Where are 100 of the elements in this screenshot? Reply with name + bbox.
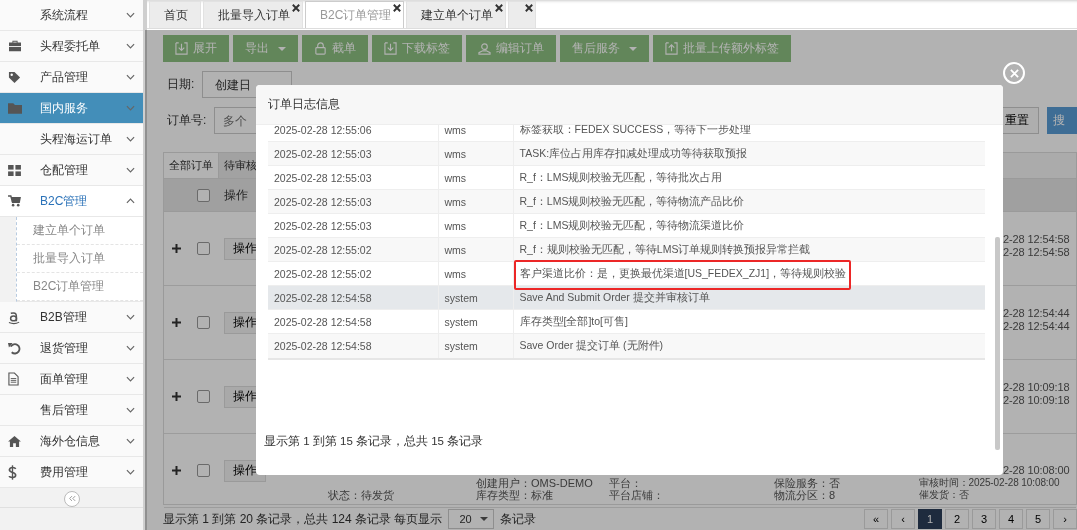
sidebar-item[interactable]: B2B管理 (0, 302, 143, 333)
sidebar-item[interactable]: B2C管理 (0, 186, 143, 217)
table-cell: system (438, 309, 513, 334)
user-icon (478, 42, 491, 55)
sidebar-item[interactable]: 海外仓信息 (0, 426, 143, 457)
pagination-summary: 显示第 1 到第 20 条记录，总共 124 条记录 每页显示 (163, 510, 443, 528)
time-text: 2-28 12:54:44 (1002, 306, 1071, 320)
detail-text: 保险服务：否 (774, 477, 841, 489)
tab[interactable] (508, 1, 537, 28)
sidebar-subitem[interactable]: 批量导入订单 (17, 245, 143, 273)
download-icon (175, 42, 188, 55)
page-button[interactable]: « (864, 509, 888, 529)
detail-text: 创建用户：OMS-DEMO (476, 477, 594, 489)
sidebar-item[interactable]: 头程海运订单 (0, 124, 143, 155)
checkbox[interactable] (196, 464, 210, 477)
close-icon[interactable] (393, 4, 402, 12)
table-cell: 2025-02-28 12:55:03 (268, 165, 438, 190)
time-text: 2-28 10:09:18 (1002, 380, 1071, 394)
table-cell: 2025-02-28 12:55:03 (268, 213, 438, 238)
page-button[interactable]: ‹ (891, 509, 915, 529)
cart-icon (8, 195, 21, 207)
caret-icon (629, 46, 637, 51)
sidebar-item[interactable]: 费用管理 (0, 457, 143, 488)
plus-icon[interactable] (171, 244, 181, 253)
detail-text: 催发货：否 (919, 489, 970, 501)
table-cell: Save And Submit Order 提交并审核订单 (519, 290, 710, 303)
table-cell: R_f：LMS规则校验无匹配，等待物流产品比价 (519, 194, 745, 207)
caret-icon (278, 46, 286, 51)
sidebar-item[interactable]: 退货管理 (0, 333, 143, 364)
plus-icon[interactable] (171, 466, 181, 475)
time-text: 2-28 10:09:18 (1002, 393, 1071, 407)
table-cell: 2025-02-28 12:55:06 (268, 125, 438, 142)
field-label: 日期: (166, 76, 195, 93)
sidebar-subitem[interactable]: 建立单个订单 (17, 217, 143, 245)
page-button[interactable]: 2 (945, 509, 969, 529)
page-button[interactable]: 3 (972, 509, 996, 529)
page-button[interactable]: 4 (999, 509, 1023, 529)
page-button[interactable]: 1 (918, 509, 942, 529)
checkbox[interactable] (196, 390, 210, 403)
field-label: 订单号: (166, 112, 207, 129)
sidebar-item[interactable]: 头程委托单 (0, 31, 143, 62)
time-text: 2-28 12:54:44 (1002, 319, 1071, 333)
sidebar-item[interactable]: 仓配管理 (0, 155, 143, 186)
briefcase-icon (8, 40, 22, 52)
order-tab[interactable]: 全部订单 (164, 153, 219, 178)
tab[interactable]: 首页 (149, 1, 201, 28)
table-cell: system (438, 333, 513, 358)
lock-icon (314, 42, 327, 55)
table-cell: wms (438, 125, 513, 142)
modal-title: 订单日志信息 (256, 85, 1003, 125)
checkbox[interactable] (196, 188, 210, 202)
table-cell: wms (438, 165, 513, 190)
upload-icon (665, 42, 678, 55)
table-cell: 2025-02-28 12:55:03 (268, 189, 438, 214)
document-icon (8, 372, 19, 386)
sidebar-item[interactable]: 售后管理 (0, 395, 143, 426)
tab[interactable]: 建立单个订单 (406, 1, 507, 28)
plus-icon[interactable] (171, 318, 181, 327)
sidebar-item[interactable]: 国内服务 (0, 93, 143, 124)
grid-icon (8, 164, 21, 176)
table-cell: wms (438, 213, 513, 238)
smile-logo-icon (8, 309, 21, 325)
sidebar-subitem[interactable]: B2C订单管理 (17, 273, 143, 301)
page-button[interactable]: › (1053, 509, 1077, 529)
record-summary: 显示第 1 到第 15 条记录，总共 15 条记录 (263, 434, 485, 449)
time-text: 2-28 12:54:58 (1002, 232, 1071, 246)
double-chevron-icon (67, 495, 76, 502)
column-header: 操作 (223, 186, 248, 204)
detail-text: 库存类型：标准 (476, 489, 554, 501)
tab[interactable]: 批量导入订单 (203, 1, 303, 28)
table-cell: 库存类型[全部]to[可售] (519, 314, 628, 327)
home-icon (8, 435, 21, 447)
table-cell: 2025-02-28 12:55:02 (268, 237, 438, 262)
table-cell: 2025-02-28 12:54:58 (268, 285, 438, 310)
table-cell: wms (438, 141, 513, 166)
table-cell: wms (438, 237, 513, 262)
sidebar-item[interactable]: 产品管理 (0, 62, 143, 93)
close-icon[interactable] (292, 4, 300, 12)
table-cell: TASK:库位占用库存扣减处理成功等待获取预报 (519, 146, 748, 159)
table-cell: R_f：LMS规则校验无匹配，等待批次占用 (519, 170, 723, 183)
sidebar-item[interactable]: 面单管理 (0, 364, 143, 395)
table-cell: 2025-02-28 12:55:03 (268, 141, 438, 166)
table-cell: 2025-02-28 12:54:58 (268, 309, 438, 334)
sidebar-item[interactable]: 系统流程 (0, 0, 143, 31)
table-cell: wms (438, 261, 513, 286)
checkbox[interactable] (196, 242, 210, 255)
close-icon[interactable] (495, 4, 504, 12)
detail-text: 状态：待发货 (328, 489, 395, 501)
table-cell: wms (438, 189, 513, 214)
download-icon (384, 42, 397, 55)
page-button[interactable]: 5 (1026, 509, 1050, 529)
checkbox[interactable] (196, 316, 210, 329)
close-icon[interactable] (525, 4, 534, 12)
plus-icon[interactable] (171, 392, 181, 401)
scrollbar[interactable] (995, 237, 1000, 450)
table-cell: Save Order 提交订单 (无附件) (519, 338, 664, 351)
table-cell: R_f：LMS规则校验无匹配，等待物流渠道比价 (519, 218, 745, 231)
table-cell: 2025-02-28 12:54:58 (268, 333, 438, 358)
close-icon (1009, 68, 1019, 78)
page-size-select[interactable]: 20 (448, 509, 495, 529)
